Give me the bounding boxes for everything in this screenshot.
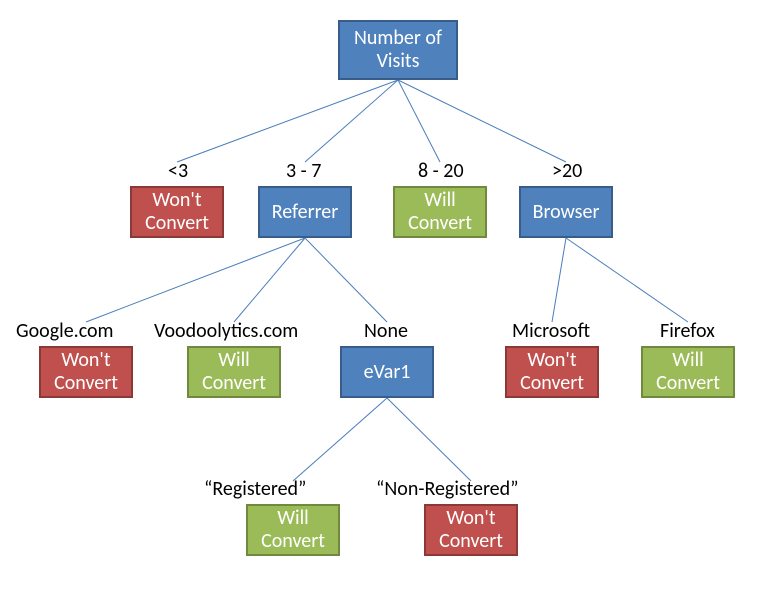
node-firefox: WillConvert [641, 346, 735, 398]
node-voodoo: WillConvert [187, 346, 281, 398]
node-google-text: Won'tConvert [54, 349, 118, 395]
node-registered-text: WillConvert [261, 507, 325, 553]
node-registered: WillConvert [246, 504, 340, 556]
node-microsoft-text: Won'tConvert [520, 349, 584, 395]
label-8-20: 8 - 20 [418, 160, 464, 182]
node-8-20-text: WillConvert [408, 189, 472, 235]
node-non-registered-text: Won'tConvert [439, 507, 503, 553]
node-lt3: Won'tConvert [130, 186, 224, 238]
label-microsoft: Microsoft [512, 320, 590, 342]
node-browser: Browser [519, 186, 613, 238]
label-3-7: 3 - 7 [286, 160, 321, 182]
label-lt3: <3 [168, 160, 188, 182]
node-referrer-text: Referrer [272, 201, 338, 224]
label-google: Google.com [16, 320, 114, 342]
node-browser-text: Browser [533, 201, 600, 224]
label-firefox: Firefox [660, 320, 715, 342]
decision-tree-canvas: Number ofVisits <3 3 - 7 8 - 20 >20 Won'… [0, 0, 762, 608]
label-none: None [364, 320, 408, 342]
node-referrer: Referrer [258, 186, 352, 238]
node-microsoft: Won'tConvert [505, 346, 599, 398]
node-8-20: WillConvert [393, 186, 487, 238]
connector-lines [0, 0, 762, 608]
label-voodoo: Voodoolytics.com [154, 320, 298, 342]
node-google: Won'tConvert [39, 346, 133, 398]
node-firefox-text: WillConvert [656, 349, 720, 395]
node-evar1-text: eVar1 [364, 361, 411, 384]
label-registered: “Registered” [204, 478, 306, 500]
node-root-text: Number ofVisits [354, 27, 442, 73]
node-lt3-text: Won'tConvert [145, 189, 209, 235]
label-non-registered: “Non-Registered” [376, 478, 519, 500]
node-root: Number ofVisits [338, 20, 458, 80]
node-voodoo-text: WillConvert [202, 349, 266, 395]
label-gt20: >20 [552, 160, 582, 182]
node-evar1: eVar1 [340, 346, 434, 398]
node-non-registered: Won'tConvert [424, 504, 518, 556]
